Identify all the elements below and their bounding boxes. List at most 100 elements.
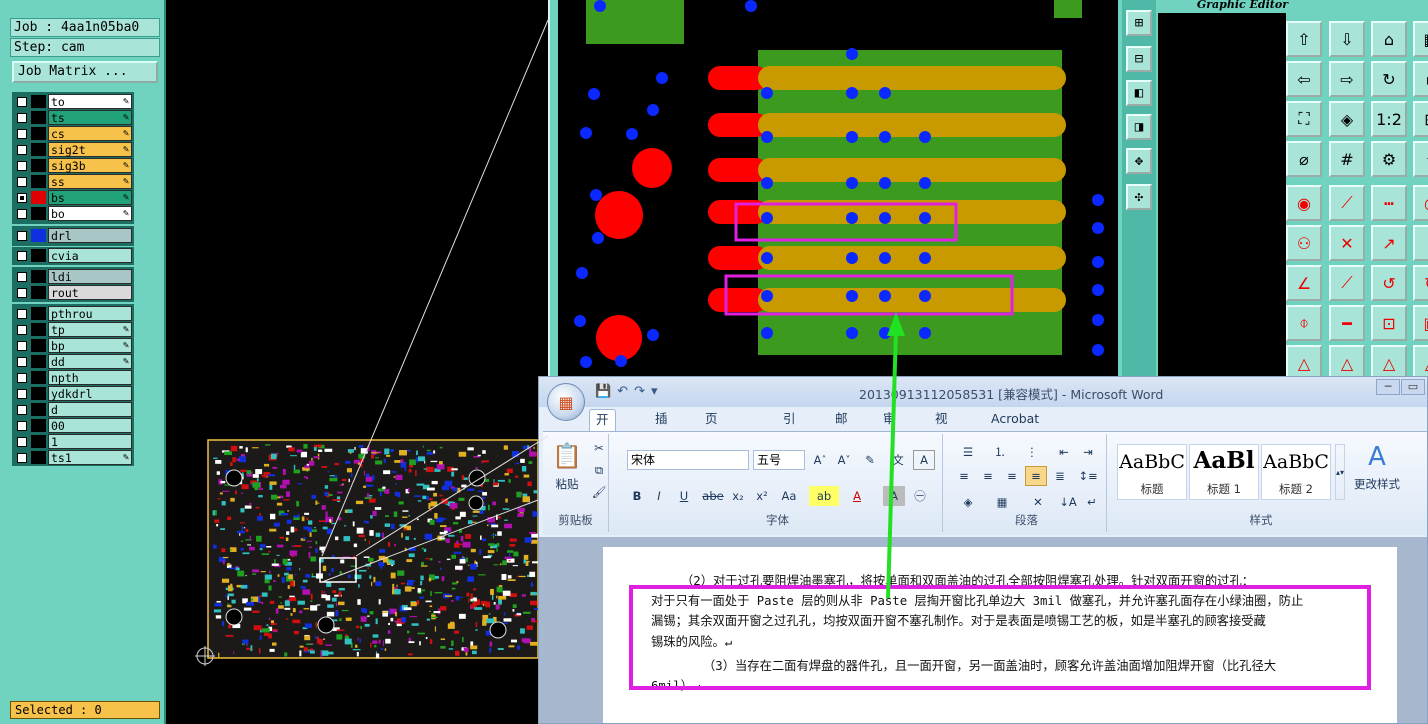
- layer-row-00[interactable]: 00: [12, 418, 134, 433]
- layer-checkbox[interactable]: [17, 357, 27, 367]
- show-marks-icon[interactable]: ↵: [1081, 492, 1103, 512]
- layer-name[interactable]: d: [48, 402, 132, 417]
- decrease-indent-icon[interactable]: ⇤: [1053, 442, 1075, 462]
- layer-row-d[interactable]: d: [12, 402, 134, 417]
- undo-icon[interactable]: ↺: [1371, 265, 1407, 301]
- bullets-icon[interactable]: ☰: [953, 442, 983, 462]
- tab-7[interactable]: Acrobat: [985, 409, 1045, 431]
- layer-name[interactable]: ts ✎: [48, 110, 132, 125]
- pan-left-icon[interactable]: ◧: [1126, 80, 1152, 106]
- layer-row-rout[interactable]: rout: [12, 285, 134, 300]
- change-case-icon[interactable]: Aa: [775, 486, 803, 506]
- clear-format-icon[interactable]: ✎: [859, 450, 881, 470]
- cross-icon[interactable]: ✕: [1329, 225, 1365, 261]
- change-styles-button[interactable]: 更改样式: [1349, 474, 1405, 494]
- layer-checkbox[interactable]: [17, 272, 27, 282]
- format-painter-icon[interactable]: 🖌: [591, 482, 607, 502]
- layer-checkbox[interactable]: [17, 373, 27, 383]
- style-tile-heading1[interactable]: AaBl 标题 1: [1189, 444, 1259, 500]
- layer-checkbox[interactable]: [17, 288, 27, 298]
- layer-row-pthrou[interactable]: pthrou: [12, 306, 134, 321]
- layer-name[interactable]: ldi: [48, 269, 132, 284]
- layer-name[interactable]: dd ✎: [48, 354, 132, 369]
- angle-icon[interactable]: ∠: [1286, 265, 1322, 301]
- align-center-icon[interactable]: ≡: [977, 466, 999, 486]
- layer-row-bo[interactable]: bo ✎: [12, 206, 134, 221]
- layer-row-bp[interactable]: bp ✎: [12, 338, 134, 353]
- layer-checkbox[interactable]: [17, 231, 27, 241]
- tab-2[interactable]: 页面布局: [699, 409, 724, 486]
- layer-row-ydkdrl[interactable]: ydkdrl: [12, 386, 134, 401]
- italic-icon[interactable]: I: [649, 486, 669, 506]
- layer-checkbox[interactable]: [17, 145, 27, 155]
- style-tile-heading2[interactable]: AaBbC 标题 2: [1261, 444, 1331, 500]
- line-icon[interactable]: ⟋: [1329, 185, 1365, 221]
- layer-name[interactable]: ydkdrl: [48, 386, 132, 401]
- move-left-icon[interactable]: ⇦: [1286, 61, 1322, 97]
- office-button-icon[interactable]: ▦: [547, 383, 585, 421]
- char-shading-icon[interactable]: A: [883, 486, 905, 506]
- align-left-icon[interactable]: ≡: [953, 466, 975, 486]
- layer-name[interactable]: tp ✎: [48, 322, 132, 337]
- layer-name[interactable]: cvia: [48, 248, 132, 263]
- layer-row-sig3b[interactable]: sig3b ✎: [12, 158, 134, 173]
- snap-icon[interactable]: ⌖: [1413, 141, 1428, 177]
- layer-row-tp[interactable]: tp ✎: [12, 322, 134, 337]
- pan-right-icon[interactable]: ◨: [1126, 114, 1152, 140]
- layer-row-ts[interactable]: ts ✎: [12, 110, 134, 125]
- zoom-fit-icon[interactable]: ✥: [1126, 148, 1152, 174]
- maximize-icon[interactable]: ▭: [1401, 379, 1425, 395]
- justify-icon[interactable]: ≡: [1025, 466, 1047, 486]
- layer-name[interactable]: pthrou: [48, 306, 132, 321]
- layer-checkbox[interactable]: [17, 421, 27, 431]
- paste-icon[interactable]: 📋: [551, 440, 583, 472]
- measure-icon[interactable]: ⌀: [1286, 141, 1322, 177]
- shrink-font-icon[interactable]: A ˅: [833, 450, 855, 470]
- layer-checkbox[interactable]: [17, 97, 27, 107]
- layer-row-ts1[interactable]: ts1 ✎: [12, 450, 134, 465]
- layer-row-ss[interactable]: ss ✎: [12, 174, 134, 189]
- layer-row-cvia[interactable]: cvia: [12, 248, 134, 263]
- layer-checkbox[interactable]: [17, 405, 27, 415]
- layer-name[interactable]: ss ✎: [48, 174, 132, 189]
- node-icon[interactable]: ⌽: [1286, 305, 1322, 341]
- diag-icon[interactable]: ⟋: [1329, 265, 1365, 301]
- distribute-icon[interactable]: ≣: [1049, 466, 1071, 486]
- move-down-icon[interactable]: ⇩: [1329, 21, 1365, 57]
- pad-icon[interactable]: ◉: [1286, 185, 1322, 221]
- tab-6[interactable]: 视图: [929, 409, 954, 446]
- layer-row-npth[interactable]: npth: [12, 370, 134, 385]
- strikethrough-icon[interactable]: abe: [701, 486, 725, 506]
- phonetic-guide-icon[interactable]: 文: [887, 450, 909, 470]
- layer-checkbox[interactable]: [17, 389, 27, 399]
- layer-checkbox[interactable]: [17, 325, 27, 335]
- char-border-icon[interactable]: A: [913, 450, 935, 470]
- document-page[interactable]: （2）对于过孔要阻焊油墨塞孔，将按单面和双面盖油的过孔全部按阻焊塞孔处理。针对双…: [603, 547, 1397, 723]
- layer-name[interactable]: rout: [48, 285, 132, 300]
- zoom-canvas[interactable]: [558, 0, 1118, 380]
- layer-name[interactable]: npth: [48, 370, 132, 385]
- enclose-char-icon[interactable]: ㊀: [909, 486, 931, 506]
- layer-row-to[interactable]: to ✎: [12, 94, 134, 109]
- font-color-icon[interactable]: A: [843, 486, 871, 506]
- multilevel-list-icon[interactable]: ⋮: [1017, 442, 1047, 462]
- layer-row-1[interactable]: 1: [12, 434, 134, 449]
- layer-name[interactable]: bo ✎: [48, 206, 132, 221]
- fit-icon[interactable]: ⛶: [1286, 101, 1322, 137]
- zoom-in-icon[interactable]: ⊞: [1126, 10, 1152, 36]
- layer-name[interactable]: sig2t ✎: [48, 142, 132, 157]
- layer-checkbox[interactable]: [17, 161, 27, 171]
- layer-name[interactable]: to ✎: [48, 94, 132, 109]
- redo-icon[interactable]: ↻: [1413, 265, 1428, 301]
- copy-icon[interactable]: ⧉: [591, 460, 607, 480]
- layer-row-sig2t[interactable]: sig2t ✎: [12, 142, 134, 157]
- increase-indent-icon[interactable]: ⇥: [1077, 442, 1099, 462]
- font-family-select[interactable]: 宋体: [627, 450, 749, 470]
- numbering-icon[interactable]: ⒈: [985, 442, 1015, 462]
- minimize-icon[interactable]: ─: [1376, 379, 1400, 395]
- arc-icon[interactable]: ↗: [1371, 225, 1407, 261]
- layer-row-dd[interactable]: dd ✎: [12, 354, 134, 369]
- layer-checkbox[interactable]: [17, 437, 27, 447]
- move-up-icon[interactable]: ⇧: [1286, 21, 1322, 57]
- underline-icon[interactable]: U: [671, 486, 697, 506]
